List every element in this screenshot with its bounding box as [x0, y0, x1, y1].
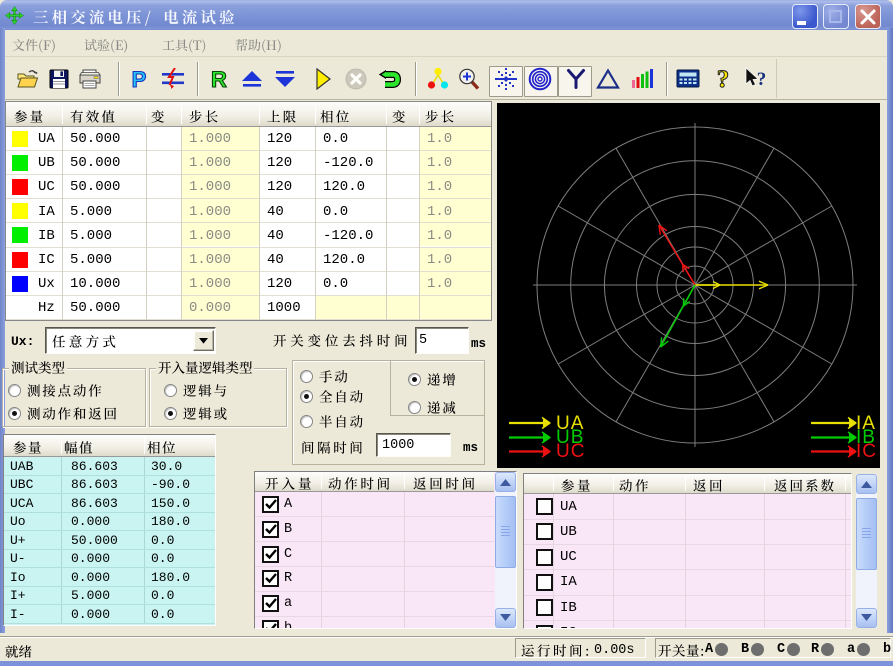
svg-text:?: ?	[757, 69, 767, 90]
svg-text:R: R	[211, 67, 227, 91]
svg-text:?: ?	[717, 66, 730, 92]
svg-text:P: P	[131, 67, 146, 91]
